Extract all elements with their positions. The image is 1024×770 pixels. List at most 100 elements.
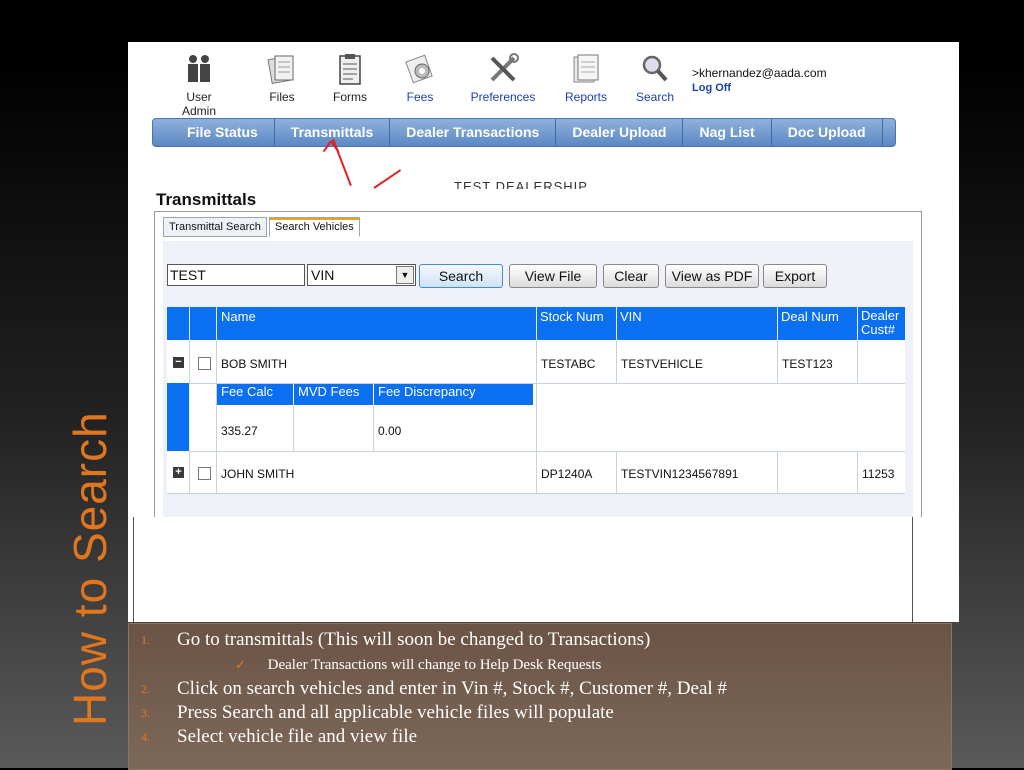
toolbar-files[interactable]: Files	[262, 52, 302, 104]
header-vin[interactable]: VIN	[617, 307, 777, 340]
substep-item: ✓ Dealer Transactions will change to Hel…	[235, 657, 601, 674]
cell-vin: TESTVIN1234567891	[621, 467, 739, 481]
export-button[interactable]: Export	[763, 264, 827, 288]
toolbar-user-admin[interactable]: User Admin	[168, 52, 230, 118]
clipboard-icon	[339, 54, 361, 85]
step-number: 3.	[141, 706, 150, 720]
expand-icon[interactable]: +	[173, 467, 184, 478]
step-text: Press Search and all applicable vehicle …	[177, 702, 614, 723]
grid-line	[293, 405, 294, 451]
frame-line	[912, 517, 913, 622]
grid-line	[189, 383, 905, 384]
grid-line	[777, 340, 778, 383]
tab-transmittal-search[interactable]: Transmittal Search	[163, 217, 267, 237]
tab-search-vehicles[interactable]: Search Vehicles	[268, 217, 360, 237]
header-name[interactable]: Name	[217, 307, 536, 340]
toolbar-label: Files	[269, 90, 295, 104]
cropped-blank-area	[128, 517, 959, 622]
toolbar-label: Reports	[564, 90, 608, 104]
row-checkbox[interactable]	[198, 467, 211, 480]
step-number: 1.	[141, 633, 150, 647]
toolbar-forms[interactable]: Forms	[330, 52, 370, 104]
toolbar-label: Forms	[333, 90, 367, 104]
toolbar-reports[interactable]: Reports	[562, 52, 610, 104]
step-number: 2.	[141, 682, 150, 696]
cell-cust: 11253	[862, 467, 895, 481]
search-button[interactable]: Search	[419, 264, 503, 288]
grid-line	[857, 340, 858, 383]
grid-line	[216, 340, 217, 493]
panel-tabs: Transmittal Search Search Vehicles	[163, 217, 362, 237]
subtable-gutter	[167, 383, 189, 451]
toolbar-label: Preferences	[470, 90, 536, 104]
clear-button[interactable]: Clear	[603, 264, 659, 288]
substep-text: Dealer Transactions will change to Help …	[267, 657, 602, 673]
collapse-icon[interactable]: −	[173, 357, 184, 368]
app-screenshot: User Admin Files Forms Fees Preferences …	[128, 42, 959, 622]
grid-line	[616, 340, 617, 383]
step-text: Select vehicle file and view file	[177, 726, 418, 747]
search-field-select[interactable]: VIN ▼	[307, 264, 416, 286]
nav-doc-upload[interactable]: Doc Upload	[772, 119, 883, 146]
user-email: >khernandez@aada.com	[692, 66, 827, 80]
header-blank	[167, 307, 189, 340]
toolbar-label: Search	[635, 90, 675, 104]
grid-line	[189, 451, 905, 452]
cell-name: BOB SMITH	[221, 357, 288, 371]
cell-stock: DP1240A	[541, 467, 593, 481]
view-as-pdf-button[interactable]: View as PDF	[665, 264, 759, 288]
header-blank	[190, 307, 216, 340]
user-info: >khernandez@aada.com Log Off	[692, 66, 827, 96]
row-checkbox[interactable]	[198, 357, 211, 370]
tools-icon	[490, 53, 519, 82]
toolbar-fees[interactable]: Fees	[400, 52, 440, 104]
grid-line	[373, 405, 374, 451]
select-value: VIN	[311, 267, 335, 283]
reports-icon	[573, 54, 599, 83]
magnifier-icon	[642, 55, 668, 82]
header-deal-num[interactable]: Deal Num	[778, 307, 857, 340]
annotation-line	[373, 169, 402, 189]
chevron-down-icon[interactable]: ▼	[396, 266, 414, 284]
main-nav: File Status Transmittals Dealer Transact…	[152, 118, 896, 147]
grid-line	[167, 493, 905, 494]
users-icon	[188, 55, 210, 82]
step-text: Go to transmittals (This will soon be ch…	[177, 629, 651, 650]
cell-stock: TESTABC	[541, 357, 596, 371]
grid-line	[536, 340, 537, 493]
grid-line	[189, 451, 190, 493]
gear-icon	[405, 54, 433, 84]
header-stock-num[interactable]: Stock Num	[537, 307, 616, 340]
subheader-fee-calc: Fee Calc	[217, 383, 293, 405]
grid-line	[777, 451, 778, 493]
grid-line	[857, 451, 858, 493]
dealership-name: TEST DEALERSHIP	[454, 179, 588, 189]
slide-title: How to Search	[64, 411, 116, 726]
instructions-box: 1. Go to transmittals (This will soon be…	[128, 623, 952, 770]
nav-nag-list[interactable]: Nag List	[683, 119, 772, 146]
checkmark-icon: ✓	[235, 657, 246, 672]
grid-line	[616, 451, 617, 493]
subtable-spacer	[190, 383, 216, 451]
nav-file-status[interactable]: File Status	[153, 119, 275, 146]
toolbar-preferences[interactable]: Preferences	[468, 52, 538, 104]
nav-dealer-transactions[interactable]: Dealer Transactions	[390, 119, 557, 146]
step-text: Click on search vehicles and enter in Vi…	[177, 678, 727, 699]
toolbar-label: Fees	[406, 90, 434, 104]
cell-vin: TESTVEHICLE	[621, 357, 704, 371]
grid-line	[189, 340, 190, 383]
toolbar: User Admin Files Forms Fees Preferences …	[128, 42, 959, 118]
files-icon	[267, 55, 294, 84]
page-title: Transmittals	[156, 190, 257, 209]
subheader-fee-discrepancy: Fee Discrepancy	[374, 383, 533, 405]
frame-line	[133, 517, 134, 622]
nav-dealer-upload[interactable]: Dealer Upload	[556, 119, 684, 146]
cell-fee-calc: 335.27	[221, 424, 258, 438]
cell-deal: TEST123	[782, 357, 833, 371]
search-input[interactable]: TEST	[167, 264, 305, 286]
toolbar-search[interactable]: Search	[632, 52, 678, 104]
header-dealer-cust[interactable]: Dealer Cust#	[858, 307, 905, 340]
view-file-button[interactable]: View File	[509, 264, 597, 288]
logoff-link[interactable]: Log Off	[692, 81, 827, 96]
toolbar-label: User Admin	[181, 90, 216, 118]
